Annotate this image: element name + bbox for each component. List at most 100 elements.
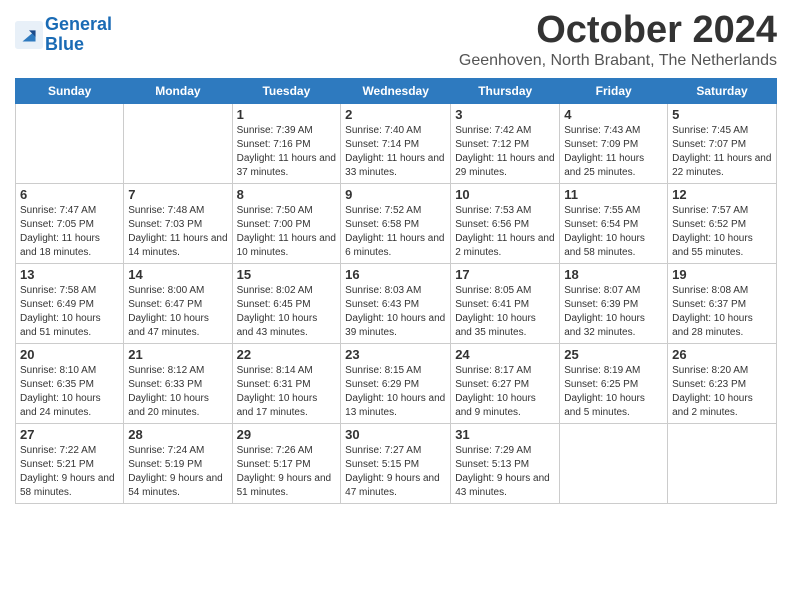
calendar-cell: 5 Sunrise: 7:45 AM Sunset: 7:07 PM Daylig… — [668, 103, 777, 183]
calendar-cell: 2 Sunrise: 7:40 AM Sunset: 7:14 PM Daylig… — [341, 103, 451, 183]
calendar-cell: 23 Sunrise: 8:15 AM Sunset: 6:29 PM Dayli… — [341, 343, 451, 423]
header: General Blue October 2024 Geenhoven, Nor… — [15, 10, 777, 70]
calendar-cell — [668, 423, 777, 503]
calendar-cell: 18 Sunrise: 8:07 AM Sunset: 6:39 PM Dayli… — [560, 263, 668, 343]
day-info: Sunrise: 8:19 AM Sunset: 6:25 PM Dayligh… — [564, 364, 663, 420]
calendar-cell: 19Sunrise: 8:08 AM Sunset: 6:37 PM Dayli… — [668, 263, 777, 343]
day-number: 16 — [345, 267, 446, 282]
calendar-cell: 10Sunrise: 7:53 AM Sunset: 6:56 PM Dayli… — [451, 183, 560, 263]
calendar-cell: 17 Sunrise: 8:05 AM Sunset: 6:41 PM Dayli… — [451, 263, 560, 343]
day-info: Sunrise: 7:27 AM Sunset: 5:15 PM Dayligh… — [345, 444, 446, 500]
day-info: Sunrise: 7:47 AM Sunset: 7:05 PM Dayligh… — [20, 204, 119, 260]
calendar-header: SundayMondayTuesdayWednesdayThursdayFrid… — [16, 78, 777, 103]
header-day: Monday — [124, 78, 232, 103]
day-number: 24 — [455, 347, 555, 362]
calendar-week: 27 Sunrise: 7:22 AM Sunset: 5:21 PM Dayli… — [16, 423, 777, 503]
day-info: Sunrise: 7:52 AM Sunset: 6:58 PM Dayligh… — [345, 204, 446, 260]
logo-general: General — [45, 14, 112, 34]
day-info: Sunrise: 8:02 AM Sunset: 6:45 PM Dayligh… — [237, 284, 337, 340]
day-info: Sunrise: 8:20 AM Sunset: 6:23 PM Dayligh… — [672, 364, 772, 420]
day-info: Sunrise: 7:39 AM Sunset: 7:16 PM Dayligh… — [237, 124, 337, 180]
day-number: 29 — [237, 427, 337, 442]
day-number: 30 — [345, 427, 446, 442]
calendar-week: 1 Sunrise: 7:39 AM Sunset: 7:16 PM Daylig… — [16, 103, 777, 183]
day-info: Sunrise: 7:50 AM Sunset: 7:00 PM Dayligh… — [237, 204, 337, 260]
day-number: 14 — [128, 267, 227, 282]
day-info: Sunrise: 7:53 AM Sunset: 6:56 PM Dayligh… — [455, 204, 555, 260]
calendar-cell: 25Sunrise: 8:19 AM Sunset: 6:25 PM Dayli… — [560, 343, 668, 423]
calendar-cell: 29 Sunrise: 7:26 AM Sunset: 5:17 PM Dayli… — [232, 423, 341, 503]
calendar-week: 13Sunrise: 7:58 AM Sunset: 6:49 PM Dayli… — [16, 263, 777, 343]
calendar-week: 6 Sunrise: 7:47 AM Sunset: 7:05 PM Daylig… — [16, 183, 777, 263]
day-info: Sunrise: 7:29 AM Sunset: 5:13 PM Dayligh… — [455, 444, 555, 500]
day-number: 11 — [564, 187, 663, 202]
calendar-cell: 11Sunrise: 7:55 AM Sunset: 6:54 PM Dayli… — [560, 183, 668, 263]
day-info: Sunrise: 7:57 AM Sunset: 6:52 PM Dayligh… — [672, 204, 772, 260]
day-info: Sunrise: 8:03 AM Sunset: 6:43 PM Dayligh… — [345, 284, 446, 340]
day-info: Sunrise: 8:10 AM Sunset: 6:35 PM Dayligh… — [20, 364, 119, 420]
day-number: 26 — [672, 347, 772, 362]
day-info: Sunrise: 7:22 AM Sunset: 5:21 PM Dayligh… — [20, 444, 119, 500]
calendar-cell — [124, 103, 232, 183]
calendar-week: 20 Sunrise: 8:10 AM Sunset: 6:35 PM Dayli… — [16, 343, 777, 423]
day-info: Sunrise: 7:45 AM Sunset: 7:07 PM Dayligh… — [672, 124, 772, 180]
day-number: 27 — [20, 427, 119, 442]
day-info: Sunrise: 7:40 AM Sunset: 7:14 PM Dayligh… — [345, 124, 446, 180]
calendar-cell — [560, 423, 668, 503]
day-number: 3 — [455, 107, 555, 122]
calendar-cell: 20 Sunrise: 8:10 AM Sunset: 6:35 PM Dayli… — [16, 343, 124, 423]
calendar-cell: 7 Sunrise: 7:48 AM Sunset: 7:03 PM Daylig… — [124, 183, 232, 263]
calendar-cell: 1 Sunrise: 7:39 AM Sunset: 7:16 PM Daylig… — [232, 103, 341, 183]
logo: General Blue — [15, 15, 112, 55]
calendar-cell: 15 Sunrise: 8:02 AM Sunset: 6:45 PM Dayli… — [232, 263, 341, 343]
day-number: 20 — [20, 347, 119, 362]
day-number: 7 — [128, 187, 227, 202]
calendar-table: SundayMondayTuesdayWednesdayThursdayFrid… — [15, 78, 777, 504]
day-number: 13 — [20, 267, 119, 282]
day-info: Sunrise: 8:15 AM Sunset: 6:29 PM Dayligh… — [345, 364, 446, 420]
logo-icon — [15, 21, 43, 49]
day-info: Sunrise: 8:17 AM Sunset: 6:27 PM Dayligh… — [455, 364, 555, 420]
calendar-cell: 6 Sunrise: 7:47 AM Sunset: 7:05 PM Daylig… — [16, 183, 124, 263]
header-day: Sunday — [16, 78, 124, 103]
calendar-cell: 3 Sunrise: 7:42 AM Sunset: 7:12 PM Daylig… — [451, 103, 560, 183]
day-info: Sunrise: 8:05 AM Sunset: 6:41 PM Dayligh… — [455, 284, 555, 340]
day-info: Sunrise: 8:00 AM Sunset: 6:47 PM Dayligh… — [128, 284, 227, 340]
header-row: SundayMondayTuesdayWednesdayThursdayFrid… — [16, 78, 777, 103]
title-area: October 2024 Geenhoven, North Brabant, T… — [459, 10, 777, 70]
day-info: Sunrise: 7:26 AM Sunset: 5:17 PM Dayligh… — [237, 444, 337, 500]
calendar-body: 1 Sunrise: 7:39 AM Sunset: 7:16 PM Daylig… — [16, 103, 777, 503]
day-number: 18 — [564, 267, 663, 282]
day-number: 23 — [345, 347, 446, 362]
day-number: 1 — [237, 107, 337, 122]
day-number: 31 — [455, 427, 555, 442]
header-day: Friday — [560, 78, 668, 103]
day-number: 17 — [455, 267, 555, 282]
calendar-cell: 27 Sunrise: 7:22 AM Sunset: 5:21 PM Dayli… — [16, 423, 124, 503]
calendar-cell: 14 Sunrise: 8:00 AM Sunset: 6:47 PM Dayli… — [124, 263, 232, 343]
header-day: Tuesday — [232, 78, 341, 103]
day-number: 22 — [237, 347, 337, 362]
calendar-cell — [16, 103, 124, 183]
day-info: Sunrise: 8:14 AM Sunset: 6:31 PM Dayligh… — [237, 364, 337, 420]
calendar-cell: 30 Sunrise: 7:27 AM Sunset: 5:15 PM Dayli… — [341, 423, 451, 503]
calendar-cell: 4Sunrise: 7:43 AM Sunset: 7:09 PM Daylig… — [560, 103, 668, 183]
calendar-cell: 21Sunrise: 8:12 AM Sunset: 6:33 PM Dayli… — [124, 343, 232, 423]
logo-blue: Blue — [45, 34, 84, 54]
calendar-cell: 22 Sunrise: 8:14 AM Sunset: 6:31 PM Dayli… — [232, 343, 341, 423]
day-number: 9 — [345, 187, 446, 202]
day-number: 15 — [237, 267, 337, 282]
day-number: 28 — [128, 427, 227, 442]
calendar-cell: 16 Sunrise: 8:03 AM Sunset: 6:43 PM Dayli… — [341, 263, 451, 343]
calendar-cell: 8Sunrise: 7:50 AM Sunset: 7:00 PM Daylig… — [232, 183, 341, 263]
day-info: Sunrise: 7:24 AM Sunset: 5:19 PM Dayligh… — [128, 444, 227, 500]
day-number: 2 — [345, 107, 446, 122]
day-number: 5 — [672, 107, 772, 122]
day-info: Sunrise: 7:48 AM Sunset: 7:03 PM Dayligh… — [128, 204, 227, 260]
day-info: Sunrise: 8:07 AM Sunset: 6:39 PM Dayligh… — [564, 284, 663, 340]
day-number: 6 — [20, 187, 119, 202]
calendar-cell: 9 Sunrise: 7:52 AM Sunset: 6:58 PM Daylig… — [341, 183, 451, 263]
calendar-cell: 26 Sunrise: 8:20 AM Sunset: 6:23 PM Dayli… — [668, 343, 777, 423]
day-number: 19 — [672, 267, 772, 282]
day-info: Sunrise: 7:42 AM Sunset: 7:12 PM Dayligh… — [455, 124, 555, 180]
